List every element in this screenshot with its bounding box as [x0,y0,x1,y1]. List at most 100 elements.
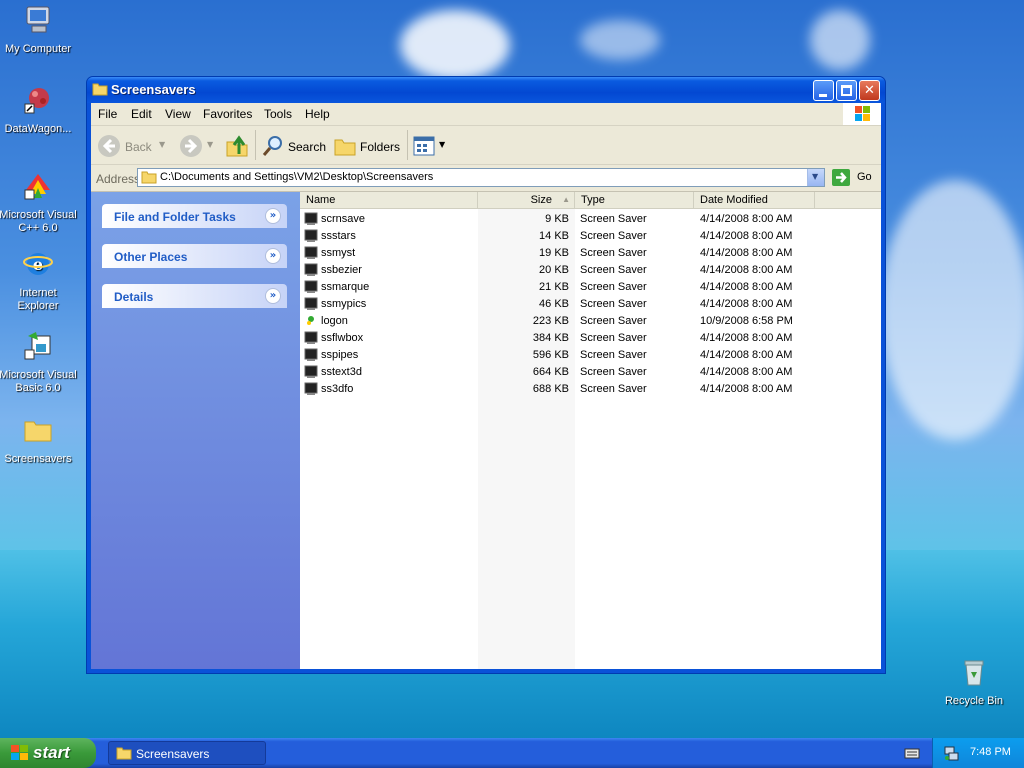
up-folder-icon[interactable] [225,134,249,158]
folders-icon [334,139,356,156]
column-header-name[interactable]: Name [300,192,478,209]
table-row[interactable]: sstext3d 664 KB Screen Saver 4/14/2008 8:00… [300,364,881,381]
start-button[interactable]: start [0,738,96,768]
menu-tools[interactable]: Tools [264,107,292,121]
file-size: 664 KB [532,366,569,378]
desktop-icon-label: Microsoft Visual Basic 6.0 [0,369,77,394]
file-type: Screen Saver [580,264,647,276]
taskbar: start Screensavers 7:48 PM [0,738,1024,768]
table-row[interactable]: ss3dfo 688 KB Screen Saver 4/14/2008 8:00 A… [300,381,881,398]
file-size: 384 KB [532,332,569,344]
table-row[interactable]: ssmypics 46 KB Screen Saver 4/14/2008 8:00 … [300,296,881,313]
start-label: start [33,743,70,762]
task-panel-file-folder[interactable]: File and Folder Tasks » [102,204,287,228]
back-dropdown-icon[interactable]: ▼ [159,140,165,149]
desktop-icon-visual-basic[interactable]: Microsoft Visual Basic 6.0 [0,330,78,395]
file-type: Screen Saver [580,315,647,327]
expand-chevron-icon[interactable]: » [265,248,281,264]
menu-bar: File Edit View Favorites Tools Help [91,103,881,126]
logon-screensaver-icon [307,316,314,325]
screensaver-file-icon [304,365,318,378]
address-dropdown-button[interactable]: ▼ [807,169,824,186]
views-button[interactable]: ▼ [413,134,449,158]
file-name: ssbezier [321,264,362,276]
file-name: ssmarque [321,281,370,293]
go-label: Go [857,171,872,183]
desktop-icon-label: Screensavers [4,453,72,465]
search-icon [262,136,282,156]
file-size: 596 KB [532,349,569,361]
desktop-icon-datawagon[interactable]: DataWagon... [0,84,78,136]
keyboard-icon[interactable] [904,746,920,760]
menu-help[interactable]: Help [305,107,330,121]
column-header-filler [815,192,881,209]
file-list: Name Size ▲ Type Date Modified scrnsave 9… [300,192,881,669]
file-name: sspipes [321,349,359,361]
network-icon[interactable] [943,745,959,761]
desktop-icon-label: DataWagon... [4,123,72,135]
window-title: Screensavers [111,82,196,97]
table-row[interactable]: ssflwbox 384 KB Screen Saver 4/14/2008 8:00… [300,330,881,347]
screensaver-file-icon [304,331,318,344]
menu-favorites[interactable]: Favorites [203,107,252,121]
task-panel-title: File and Folder Tasks [114,210,236,224]
file-name: ssstars [321,230,356,242]
table-row[interactable]: scrnsave 9 KB Screen Saver 4/14/2008 8:00 A… [300,211,881,228]
cloud [810,10,870,70]
file-name: sstext3d [321,366,362,378]
maximize-button[interactable] [836,80,857,101]
menu-view[interactable]: View [165,107,191,121]
forward-arrow-icon[interactable] [179,134,203,158]
views-dropdown-icon: ▼ [439,140,446,149]
taskbar-item-screensavers[interactable]: Screensavers [108,741,266,765]
column-header-date[interactable]: Date Modified [694,192,815,209]
address-bar: Address C:\Documents and Settings\VM2\De… [91,165,881,192]
screensaver-file-icon [304,212,318,225]
table-row[interactable]: ssbezier 20 KB Screen Saver 4/14/2008 8:00 … [300,262,881,279]
desktop-icon-screensavers[interactable]: Screensavers [0,414,78,466]
file-size: 19 KB [539,247,569,259]
search-button[interactable]: Search [261,134,327,158]
title-bar[interactable]: Screensavers ✕ [87,77,885,103]
table-row[interactable]: ssstars 14 KB Screen Saver 4/14/2008 8:00 A… [300,228,881,245]
file-date: 4/14/2008 8:00 AM [700,264,793,276]
desktop-icon-recycle-bin[interactable]: Recycle Bin [934,656,1014,708]
menu-file[interactable]: File [98,107,117,121]
views-icon [413,136,435,156]
expand-chevron-icon[interactable]: » [265,208,281,224]
desktop-icon-internet-explorer[interactable]: e Internet Explorer [0,248,78,313]
desktop-icon-my-computer[interactable]: My Computer [0,4,78,56]
search-label: Search [288,140,327,154]
file-size: 688 KB [532,383,569,395]
task-panel-details[interactable]: Details » [102,284,287,308]
minimize-button[interactable] [813,80,834,101]
menu-edit[interactable]: Edit [131,107,152,121]
toolbar-separator [255,130,256,160]
file-name: ss3dfo [321,383,354,395]
visual-basic-icon [24,332,51,360]
close-button[interactable]: ✕ [859,80,880,101]
table-row[interactable]: sspipes 596 KB Screen Saver 4/14/2008 8:00 … [300,347,881,364]
task-panel-other-places[interactable]: Other Places » [102,244,287,268]
column-header-size[interactable]: Size ▲ [478,192,575,209]
column-header-type[interactable]: Type [575,192,694,209]
file-type: Screen Saver [580,213,647,225]
desktop-icon-visual-cpp[interactable]: Microsoft Visual C++ 6.0 [0,170,78,235]
table-row[interactable]: logon 223 KB Screen Saver 10/9/2008 6:58 PM [300,313,881,330]
desktop-icon-label: Microsoft Visual C++ 6.0 [0,209,77,234]
internet-explorer-icon: e [23,253,53,275]
forward-dropdown-icon[interactable]: ▼ [207,140,213,149]
folders-button[interactable]: Folders [333,134,400,158]
expand-chevron-icon[interactable]: » [265,288,281,304]
file-name: ssmyst [321,247,356,259]
file-type: Screen Saver [580,281,647,293]
screensaver-file-icon [304,280,318,293]
screensaver-file-icon [304,263,318,276]
address-label: Address [96,172,141,186]
table-row[interactable]: ssmarque 21 KB Screen Saver 4/14/2008 8:00 … [300,279,881,296]
go-button[interactable]: Go [831,168,877,187]
address-input[interactable]: C:\Documents and Settings\VM2\Desktop\Sc… [137,168,825,187]
back-button[interactable]: Back [97,134,157,158]
table-row[interactable]: ssmyst 19 KB Screen Saver 4/14/2008 8:00 AM [300,245,881,262]
windows-flag-icon [11,745,28,760]
